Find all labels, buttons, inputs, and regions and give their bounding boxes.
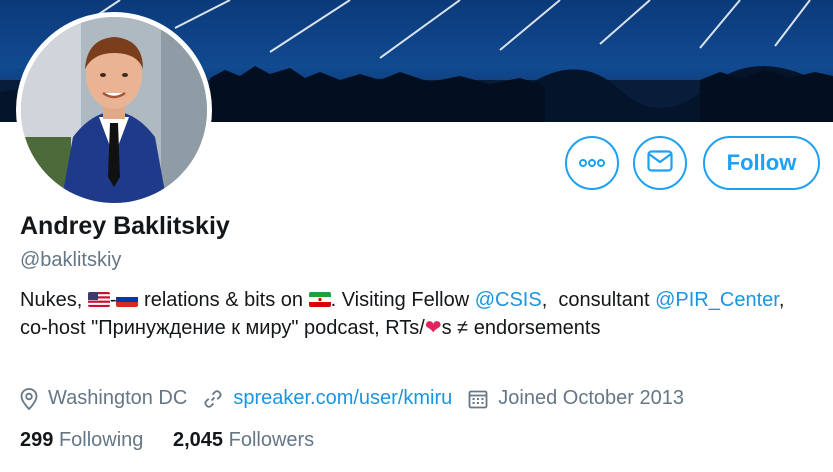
more-options-button[interactable] — [565, 136, 619, 190]
following-label: Following — [58, 429, 144, 451]
followers-label: Followers — [228, 429, 315, 451]
location-item: Washington DC — [20, 387, 187, 410]
heart-icon: ❤ — [424, 317, 442, 339]
following-stat[interactable]: 299 Following — [20, 429, 143, 451]
profile-bio: Nukes, - relations & bits on . Visiting … — [20, 286, 810, 342]
bio-text: Nukes, — [20, 289, 88, 311]
followers-count: 2,045 — [172, 429, 224, 451]
website-item[interactable]: spreaker.com/user/kmiru — [203, 387, 452, 410]
profile-stats: 299 Following 2,045 Followers — [20, 429, 338, 452]
location-pin-icon — [20, 387, 38, 410]
envelope-icon — [647, 149, 673, 177]
joined-item: Joined October 2013 — [468, 387, 684, 410]
location-text: Washington DC — [48, 387, 188, 409]
bio-text: relations & bits on — [138, 289, 309, 311]
followers-stat[interactable]: 2,045 Followers — [173, 429, 314, 451]
profile-meta: Washington DC spreaker.com/user/kmiru Jo… — [20, 387, 700, 410]
following-count: 299 — [20, 429, 54, 451]
joined-text: Joined October 2013 — [498, 387, 684, 409]
message-button[interactable] — [633, 136, 687, 190]
mention-pir-center-link[interactable]: @PIR_Center — [655, 289, 779, 311]
bio-text: . Visiting Fellow — [330, 289, 475, 311]
more-dots-icon — [579, 154, 605, 172]
bio-text: s ≠ endorsements — [441, 317, 601, 339]
calendar-icon — [468, 390, 488, 408]
follow-button[interactable]: Follow — [703, 136, 820, 190]
iran-flag-icon — [308, 292, 331, 307]
profile-avatar[interactable] — [16, 12, 212, 208]
russia-flag-icon — [116, 292, 139, 307]
link-icon — [204, 389, 222, 408]
mention-csis-link[interactable]: @CSIS — [475, 289, 542, 311]
website-link[interactable]: spreaker.com/user/kmiru — [233, 387, 452, 410]
bio-text: , consultant — [541, 289, 656, 311]
bio-text: - — [109, 289, 117, 311]
profile-handle: @baklitskiy — [20, 249, 122, 271]
us-flag-icon — [87, 292, 110, 307]
profile-name: Andrey Baklitskiy — [20, 212, 230, 240]
